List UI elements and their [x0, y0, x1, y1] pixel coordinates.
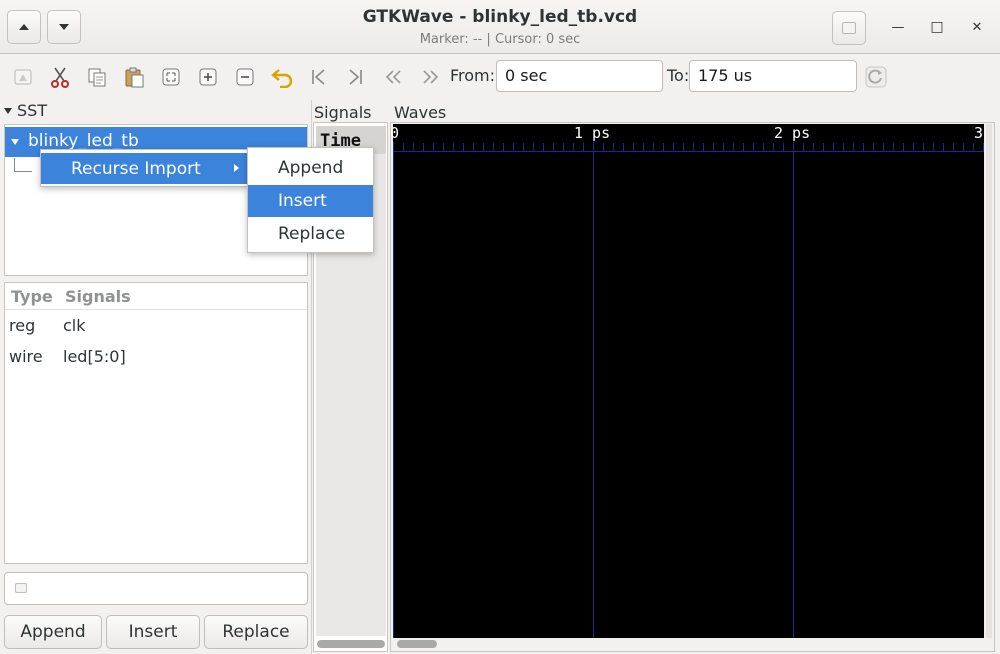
- to-label: To:: [667, 66, 690, 85]
- close-button[interactable]: ✕: [966, 16, 988, 38]
- zoom-in-icon[interactable]: [196, 65, 220, 89]
- menu-item-recurse-import[interactable]: Recurse Import: [41, 153, 247, 184]
- zoom-out-icon[interactable]: [233, 65, 257, 89]
- header-action-button[interactable]: [832, 11, 866, 45]
- table-row[interactable]: wire led[5:0]: [5, 344, 307, 372]
- triangle-down-icon: [4, 107, 12, 114]
- tick-label: 1 ps: [574, 124, 611, 142]
- insert-button[interactable]: Insert: [106, 615, 200, 649]
- waves-vscrollbar[interactable]: [986, 124, 992, 638]
- missing-image-icon: [15, 583, 27, 593]
- cut-icon[interactable]: [48, 65, 72, 89]
- replace-button[interactable]: Replace: [204, 615, 308, 649]
- submenu-item-append[interactable]: Append: [248, 152, 373, 184]
- to-input[interactable]: 175 us: [689, 60, 857, 92]
- submenu-label: Append: [278, 158, 344, 178]
- signals-scrollbar[interactable]: [317, 640, 385, 648]
- submenu: Append Insert Replace: [247, 147, 374, 253]
- chevron-right-icon: [234, 164, 239, 172]
- go-first-icon[interactable]: [307, 65, 331, 89]
- from-label: From:: [450, 66, 496, 85]
- submenu-label: Insert: [278, 191, 327, 211]
- waves-canvas[interactable]: 0 1 ps 2 ps 3: [390, 124, 984, 638]
- submenu-label: Replace: [278, 224, 346, 244]
- sst-expander[interactable]: SST: [4, 101, 47, 120]
- zoom-fit-icon[interactable]: [159, 65, 183, 89]
- waves-label: Waves: [394, 103, 447, 122]
- signal-list-header: Type Signals: [5, 283, 307, 310]
- tree-branch-line: [14, 158, 32, 172]
- paste-icon[interactable]: [122, 65, 146, 89]
- back-icon[interactable]: [382, 65, 406, 89]
- tree-root-label: blinky_led_tb: [28, 131, 139, 151]
- from-input[interactable]: 0 sec: [496, 60, 663, 92]
- tick-label: 0: [390, 124, 400, 142]
- submenu-item-insert[interactable]: Insert: [248, 185, 373, 217]
- tick-label: 3: [974, 124, 984, 142]
- context-menu: Recurse Import: [40, 149, 248, 187]
- reload-icon[interactable]: [864, 65, 888, 89]
- row-type: wire: [9, 347, 43, 366]
- minimize-button[interactable]: —: [887, 16, 909, 38]
- show-icon[interactable]: [11, 65, 35, 89]
- submenu-item-replace[interactable]: Replace: [248, 218, 373, 250]
- missing-image-icon: [842, 22, 856, 34]
- copy-icon[interactable]: [85, 65, 109, 89]
- go-last-icon[interactable]: [343, 65, 367, 89]
- sst-label: SST: [17, 101, 48, 120]
- column-signals[interactable]: Signals: [65, 287, 131, 306]
- menu-item-label: Recurse Import: [71, 158, 201, 179]
- signal-list: Type Signals reg clk wire led[5:0]: [4, 282, 308, 564]
- append-button[interactable]: Append: [4, 615, 102, 649]
- tick-label: 2 ps: [774, 124, 811, 142]
- waves-grid: [393, 142, 984, 638]
- header-bar: GTKWave - blinky_led_tb.vcd Marker: -- |…: [0, 0, 1000, 54]
- row-signal: led[5:0]: [63, 347, 126, 366]
- maximize-button[interactable]: □: [926, 16, 948, 38]
- table-row[interactable]: reg clk: [5, 313, 307, 341]
- row-signal: clk: [63, 316, 86, 335]
- signals-label: Signals: [314, 103, 372, 122]
- forward-icon[interactable]: [418, 65, 442, 89]
- column-type[interactable]: Type: [11, 287, 53, 306]
- expander-icon: [11, 139, 19, 145]
- waves-scrollbar[interactable]: [397, 640, 437, 648]
- row-type: reg: [9, 316, 36, 335]
- filter-input[interactable]: [4, 572, 308, 605]
- undo-icon[interactable]: [270, 65, 294, 89]
